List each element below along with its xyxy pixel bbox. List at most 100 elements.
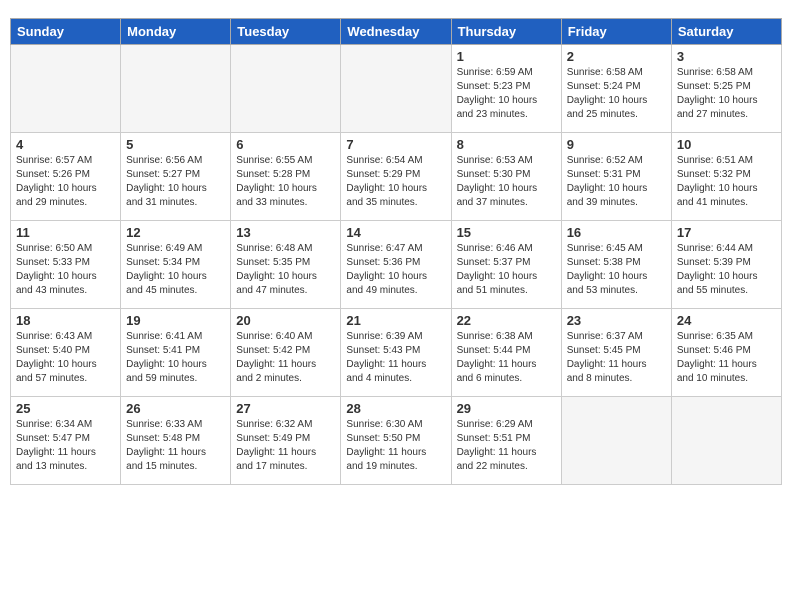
day-info: Sunrise: 6:52 AM Sunset: 5:31 PM Dayligh…: [567, 154, 666, 210]
day-info: Sunrise: 6:46 AM Sunset: 5:37 PM Dayligh…: [457, 242, 556, 298]
day-info: Sunrise: 6:47 AM Sunset: 5:36 PM Dayligh…: [346, 242, 445, 298]
day-number: 9: [567, 137, 666, 152]
day-cell: 9 Sunrise: 6:52 AM Sunset: 5:31 PM Daylig…: [561, 133, 671, 221]
day-cell: [121, 45, 231, 133]
day-cell: [561, 397, 671, 485]
day-info: Sunrise: 6:37 AM Sunset: 5:45 PM Dayligh…: [567, 330, 666, 386]
day-info: Sunrise: 6:50 AM Sunset: 5:33 PM Dayligh…: [16, 242, 115, 298]
day-number: 11: [16, 225, 115, 240]
week-row-1: 1 Sunrise: 6:59 AM Sunset: 5:23 PM Daylig…: [11, 45, 782, 133]
day-info: Sunrise: 6:32 AM Sunset: 5:49 PM Dayligh…: [236, 418, 335, 474]
day-info: Sunrise: 6:58 AM Sunset: 5:24 PM Dayligh…: [567, 66, 666, 122]
day-number: 16: [567, 225, 666, 240]
day-cell: 10Sunrise: 6:51 AM Sunset: 5:32 PM Dayli…: [671, 133, 781, 221]
day-info: Sunrise: 6:56 AM Sunset: 5:27 PM Dayligh…: [126, 154, 225, 210]
day-number: 8: [457, 137, 556, 152]
day-cell: 6Sunrise: 6:55 AM Sunset: 5:28 PM Daylig…: [231, 133, 341, 221]
day-cell: [671, 397, 781, 485]
day-cell: 12 Sunrise: 6:49 AM Sunset: 5:34 PM Dayli…: [121, 221, 231, 309]
day-cell: 17 Sunrise: 6:44 AM Sunset: 5:39 PM Dayli…: [671, 221, 781, 309]
day-number: 18: [16, 313, 115, 328]
weekday-header-thursday: Thursday: [451, 19, 561, 45]
day-cell: 13 Sunrise: 6:48 AM Sunset: 5:35 PM Dayli…: [231, 221, 341, 309]
week-row-2: 4 Sunrise: 6:57 AM Sunset: 5:26 PM Daylig…: [11, 133, 782, 221]
day-info: Sunrise: 6:44 AM Sunset: 5:39 PM Dayligh…: [677, 242, 776, 298]
day-info: Sunrise: 6:40 AM Sunset: 5:42 PM Dayligh…: [236, 330, 335, 386]
day-cell: 25 Sunrise: 6:34 AM Sunset: 5:47 PM Dayli…: [11, 397, 121, 485]
day-info: Sunrise: 6:59 AM Sunset: 5:23 PM Dayligh…: [457, 66, 556, 122]
week-row-3: 11 Sunrise: 6:50 AM Sunset: 5:33 PM Dayli…: [11, 221, 782, 309]
day-info: Sunrise: 6:29 AM Sunset: 5:51 PM Dayligh…: [457, 418, 556, 474]
day-cell: 7Sunrise: 6:54 AM Sunset: 5:29 PM Daylig…: [341, 133, 451, 221]
day-cell: 20 Sunrise: 6:40 AM Sunset: 5:42 PM Dayli…: [231, 309, 341, 397]
day-info: Sunrise: 6:39 AM Sunset: 5:43 PM Dayligh…: [346, 330, 445, 386]
day-number: 12: [126, 225, 225, 240]
day-cell: 26 Sunrise: 6:33 AM Sunset: 5:48 PM Dayli…: [121, 397, 231, 485]
day-cell: 22 Sunrise: 6:38 AM Sunset: 5:44 PM Dayli…: [451, 309, 561, 397]
weekday-header-friday: Friday: [561, 19, 671, 45]
day-number: 7: [346, 137, 445, 152]
week-row-5: 25 Sunrise: 6:34 AM Sunset: 5:47 PM Dayli…: [11, 397, 782, 485]
day-number: 22: [457, 313, 556, 328]
day-number: 14: [346, 225, 445, 240]
weekday-header-tuesday: Tuesday: [231, 19, 341, 45]
day-number: 23: [567, 313, 666, 328]
day-cell: [231, 45, 341, 133]
day-cell: 19Sunrise: 6:41 AM Sunset: 5:41 PM Dayli…: [121, 309, 231, 397]
day-cell: 8 Sunrise: 6:53 AM Sunset: 5:30 PM Daylig…: [451, 133, 561, 221]
day-number: 10: [677, 137, 776, 152]
day-cell: [341, 45, 451, 133]
day-cell: 29Sunrise: 6:29 AM Sunset: 5:51 PM Dayli…: [451, 397, 561, 485]
day-cell: 28 Sunrise: 6:30 AM Sunset: 5:50 PM Dayli…: [341, 397, 451, 485]
day-info: Sunrise: 6:49 AM Sunset: 5:34 PM Dayligh…: [126, 242, 225, 298]
day-info: Sunrise: 6:53 AM Sunset: 5:30 PM Dayligh…: [457, 154, 556, 210]
day-cell: [11, 45, 121, 133]
day-cell: 14 Sunrise: 6:47 AM Sunset: 5:36 PM Dayli…: [341, 221, 451, 309]
day-info: Sunrise: 6:38 AM Sunset: 5:44 PM Dayligh…: [457, 330, 556, 386]
day-number: 15: [457, 225, 556, 240]
day-number: 25: [16, 401, 115, 416]
day-number: 17: [677, 225, 776, 240]
day-info: Sunrise: 6:58 AM Sunset: 5:25 PM Dayligh…: [677, 66, 776, 122]
page: GeneralBlue SundayMondayTuesdayWednesday…: [0, 0, 792, 612]
weekday-header-monday: Monday: [121, 19, 231, 45]
weekday-header-row: SundayMondayTuesdayWednesdayThursdayFrid…: [11, 19, 782, 45]
day-cell: 24 Sunrise: 6:35 AM Sunset: 5:46 PM Dayli…: [671, 309, 781, 397]
day-info: Sunrise: 6:35 AM Sunset: 5:46 PM Dayligh…: [677, 330, 776, 386]
day-number: 24: [677, 313, 776, 328]
day-number: 20: [236, 313, 335, 328]
day-info: Sunrise: 6:33 AM Sunset: 5:48 PM Dayligh…: [126, 418, 225, 474]
weekday-header-wednesday: Wednesday: [341, 19, 451, 45]
day-cell: 18 Sunrise: 6:43 AM Sunset: 5:40 PM Dayli…: [11, 309, 121, 397]
weekday-header-sunday: Sunday: [11, 19, 121, 45]
day-info: Sunrise: 6:30 AM Sunset: 5:50 PM Dayligh…: [346, 418, 445, 474]
day-number: 3: [677, 49, 776, 64]
day-number: 5: [126, 137, 225, 152]
day-info: Sunrise: 6:48 AM Sunset: 5:35 PM Dayligh…: [236, 242, 335, 298]
day-number: 26: [126, 401, 225, 416]
day-info: Sunrise: 6:34 AM Sunset: 5:47 PM Dayligh…: [16, 418, 115, 474]
calendar: SundayMondayTuesdayWednesdayThursdayFrid…: [10, 18, 782, 485]
day-cell: 5 Sunrise: 6:56 AM Sunset: 5:27 PM Daylig…: [121, 133, 231, 221]
day-number: 2: [567, 49, 666, 64]
day-info: Sunrise: 6:57 AM Sunset: 5:26 PM Dayligh…: [16, 154, 115, 210]
day-number: 4: [16, 137, 115, 152]
day-number: 21: [346, 313, 445, 328]
day-cell: 2 Sunrise: 6:58 AM Sunset: 5:24 PM Daylig…: [561, 45, 671, 133]
day-cell: 15 Sunrise: 6:46 AM Sunset: 5:37 PM Dayli…: [451, 221, 561, 309]
day-cell: 27Sunrise: 6:32 AM Sunset: 5:49 PM Dayli…: [231, 397, 341, 485]
weekday-header-saturday: Saturday: [671, 19, 781, 45]
day-cell: 23 Sunrise: 6:37 AM Sunset: 5:45 PM Dayli…: [561, 309, 671, 397]
day-cell: 21 Sunrise: 6:39 AM Sunset: 5:43 PM Dayli…: [341, 309, 451, 397]
day-cell: 11 Sunrise: 6:50 AM Sunset: 5:33 PM Dayli…: [11, 221, 121, 309]
day-info: Sunrise: 6:45 AM Sunset: 5:38 PM Dayligh…: [567, 242, 666, 298]
day-cell: 3 Sunrise: 6:58 AM Sunset: 5:25 PM Daylig…: [671, 45, 781, 133]
day-number: 28: [346, 401, 445, 416]
day-number: 13: [236, 225, 335, 240]
day-cell: 16 Sunrise: 6:45 AM Sunset: 5:38 PM Dayli…: [561, 221, 671, 309]
day-number: 1: [457, 49, 556, 64]
day-cell: 1 Sunrise: 6:59 AM Sunset: 5:23 PM Daylig…: [451, 45, 561, 133]
day-info: Sunrise: 6:43 AM Sunset: 5:40 PM Dayligh…: [16, 330, 115, 386]
week-row-4: 18 Sunrise: 6:43 AM Sunset: 5:40 PM Dayli…: [11, 309, 782, 397]
day-number: 6: [236, 137, 335, 152]
